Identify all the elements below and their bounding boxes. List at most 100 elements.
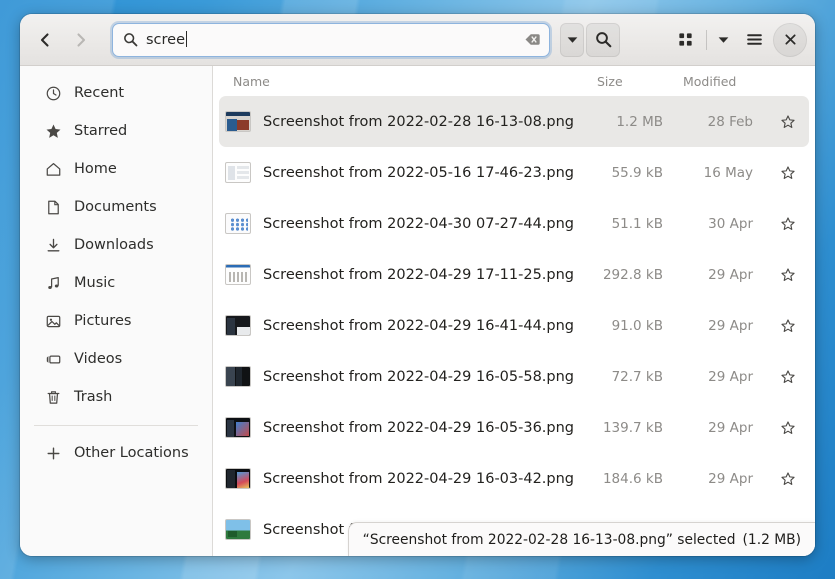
table-row[interactable]: Screenshot from 2022-04-29 17-11-25.png 2…: [219, 249, 809, 300]
file-thumbnail: [225, 213, 251, 234]
file-thumbnail: [225, 366, 251, 387]
chevron-left-icon: [36, 31, 54, 49]
table-row[interactable]: Screenshot from 2022-04-29 16-41-44.png9…: [219, 300, 809, 351]
file-size: 139.7 kB: [589, 420, 681, 436]
sidebar-item-starred[interactable]: Starred: [26, 112, 206, 150]
file-modified: 30 Apr: [681, 216, 769, 232]
sidebar-item-label: Recent: [74, 85, 124, 101]
sidebar-item-home[interactable]: Home: [26, 150, 206, 188]
file-name: Screenshot from 2022-04-29 17-11-25.png: [263, 267, 589, 283]
file-thumbnail: [225, 111, 251, 132]
sidebar-item-label: Trash: [74, 389, 112, 405]
chevron-down-icon: [566, 33, 579, 46]
file-name: Screenshot from 2022-04-29 16-41-44.png: [263, 318, 589, 334]
file-thumbnail: [225, 468, 251, 489]
file-name: Screenshot from 2022-04-30 07-27-44.png: [263, 216, 589, 232]
file-size: 51.1 kB: [589, 216, 681, 232]
star-outline-icon[interactable]: [769, 318, 807, 334]
star-outline-icon[interactable]: [769, 114, 807, 130]
status-bar: “Screenshot from 2022-02-28 16-13-08.png…: [348, 522, 815, 556]
star-outline-icon[interactable]: [769, 369, 807, 385]
sidebar-item-documents[interactable]: Documents: [26, 188, 206, 226]
sidebar-item-label: Music: [74, 275, 115, 291]
text-cursor: [186, 31, 187, 47]
main-menu-button[interactable]: [737, 23, 771, 57]
sidebar-item-trash[interactable]: Trash: [26, 378, 206, 416]
plus-icon: [44, 444, 62, 462]
forward-button[interactable]: [64, 23, 98, 57]
table-row[interactable]: Screenshot from 2022-04-29 16-05-36.png1…: [219, 402, 809, 453]
file-thumbnail: [225, 519, 251, 540]
window-body: Recent Starred Home: [20, 66, 815, 556]
file-modified: 29 Apr: [681, 471, 769, 487]
sidebar-item-videos[interactable]: Videos: [26, 340, 206, 378]
sidebar-separator: [34, 425, 198, 426]
file-thumbnail: [225, 264, 251, 285]
table-row[interactable]: Screenshot from 2022-02-28 16-13-08.png1…: [219, 96, 809, 147]
sidebar-item-label: Pictures: [74, 313, 131, 329]
table-row[interactable]: Screenshot from 2022-04-30 07-27-44.png5…: [219, 198, 809, 249]
sidebar-item-label: Other Locations: [74, 445, 189, 461]
file-thumbnail: [225, 417, 251, 438]
star-outline-icon[interactable]: [769, 267, 807, 283]
close-icon: [784, 33, 797, 46]
music-note-icon: [44, 274, 62, 292]
search-input[interactable]: scree: [146, 31, 521, 48]
table-row[interactable]: Screenshot from 2022-04-29 16-05-58.png7…: [219, 351, 809, 402]
star-outline-icon[interactable]: [769, 471, 807, 487]
sidebar-item-label: Home: [74, 161, 117, 177]
download-icon: [44, 236, 62, 254]
grid-view-icon: [677, 31, 694, 48]
star-outline-icon[interactable]: [769, 216, 807, 232]
sidebar-item-label: Documents: [74, 199, 157, 215]
column-headers: Name Size Modified: [213, 66, 815, 96]
chevron-down-icon: [717, 33, 730, 46]
clear-search-button[interactable]: [521, 29, 543, 51]
file-thumbnail: [225, 162, 251, 183]
hamburger-menu-icon: [745, 30, 764, 49]
file-modified: 28 Feb: [681, 114, 769, 130]
sidebar-item-label: Downloads: [74, 237, 154, 253]
close-button[interactable]: [773, 23, 807, 57]
file-modified: 29 Apr: [681, 420, 769, 436]
back-button[interactable]: [28, 23, 62, 57]
column-header-name[interactable]: Name: [221, 74, 591, 89]
column-header-size[interactable]: Size: [591, 74, 683, 89]
sidebar-item-recent[interactable]: Recent: [26, 74, 206, 112]
sidebar-item-downloads[interactable]: Downloads: [26, 226, 206, 264]
file-size: 1.2 MB: [589, 114, 681, 130]
sidebar: Recent Starred Home: [20, 66, 213, 556]
status-bar-size: (1.2 MB): [743, 532, 801, 548]
search-toggle-button[interactable]: [586, 23, 620, 57]
table-row[interactable]: Screenshot from 2022-05-16 17-46-23.png5…: [219, 147, 809, 198]
sidebar-item-pictures[interactable]: Pictures: [26, 302, 206, 340]
sidebar-item-music[interactable]: Music: [26, 264, 206, 302]
file-modified: 29 Apr: [681, 318, 769, 334]
column-header-modified[interactable]: Modified: [683, 74, 771, 89]
image-icon: [44, 312, 62, 330]
file-rows: Screenshot from 2022-02-28 16-13-08.png1…: [213, 96, 815, 555]
search-field[interactable]: scree: [112, 23, 550, 57]
document-icon: [44, 198, 62, 216]
table-row[interactable]: Screenshot from 2022-04-29 16-03-42.png1…: [219, 453, 809, 504]
file-size: 55.9 kB: [589, 165, 681, 181]
file-modified: 16 May: [681, 165, 769, 181]
file-size: 184.6 kB: [589, 471, 681, 487]
clear-entry-icon: [524, 31, 541, 48]
view-options-dropdown-button[interactable]: [711, 23, 735, 57]
file-size: 72.7 kB: [589, 369, 681, 385]
file-modified: 29 Apr: [681, 267, 769, 283]
star-outline-icon[interactable]: [769, 165, 807, 181]
view-grid-button[interactable]: [668, 23, 702, 57]
clock-icon: [44, 84, 62, 102]
sidebar-item-other-locations[interactable]: Other Locations: [26, 434, 206, 472]
star-filled-icon: [44, 122, 62, 140]
file-name: Screenshot from 2022-05-16 17-46-23.png: [263, 165, 589, 181]
toolbar-separator: [706, 30, 707, 50]
status-bar-text: “Screenshot from 2022-02-28 16-13-08.png…: [363, 532, 736, 548]
file-name: Screenshot from 2022-02-28 16-13-08.png: [263, 114, 589, 130]
star-outline-icon[interactable]: [769, 420, 807, 436]
search-filter-dropdown-button[interactable]: [560, 23, 584, 57]
sidebar-item-label: Starred: [74, 123, 127, 139]
search-icon: [595, 31, 612, 48]
